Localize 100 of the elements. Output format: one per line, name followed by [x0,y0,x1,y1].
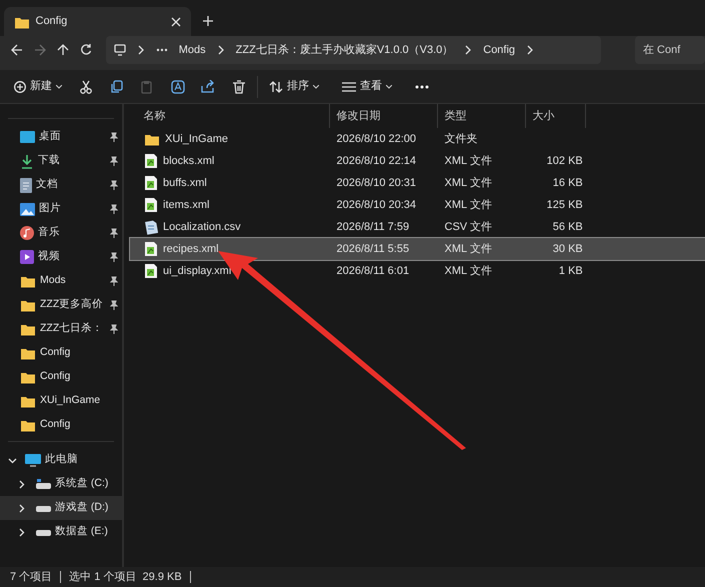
sidebar-item[interactable]: Config [0,341,122,365]
back-icon[interactable] [11,44,23,56]
new-button[interactable]: 新建 [8,74,68,99]
xml-file-icon [144,263,158,279]
folder-icon [20,322,36,336]
sort-button[interactable]: 排序 [263,74,325,99]
sidebar-item[interactable]: Config [0,365,122,389]
more-icon[interactable] [415,84,429,88]
chevron-icon[interactable] [526,45,534,55]
column-header[interactable]: 名称 [130,104,330,128]
file-size: 16 KB [552,176,583,189]
csv-file-icon [144,219,158,235]
file-size: 30 KB [552,242,583,255]
sidebar-item[interactable]: 图片 [0,197,122,221]
modified-date: 2026/8/11 6:01 [336,264,410,277]
xml-file-icon [144,241,158,257]
copy-icon[interactable] [110,80,124,94]
file-row[interactable]: buffs.xml 2026/8/10 20:31 XML 文件 16 KB [130,172,705,194]
xml-file-icon [144,197,158,213]
chevron-icon[interactable] [464,45,472,55]
view-button[interactable]: 查看 [336,74,398,99]
refresh-icon[interactable] [80,44,92,56]
file-type: XML 文件 [444,176,492,189]
file-name: buffs.xml [163,176,207,191]
delete-icon[interactable] [232,80,246,94]
folder-icon [20,394,36,408]
column-header[interactable]: 类型 [438,104,526,128]
sidebar-item[interactable]: 系统盘 (C:) [0,472,122,496]
sidebar-item[interactable]: 桌面 [0,125,122,149]
download-icon [20,154,34,168]
chevron-icon[interactable] [216,45,225,55]
chevron-icon[interactable] [136,45,145,55]
column-header[interactable]: 大小 [526,104,586,128]
file-row[interactable]: ui_display.xml 2026/8/11 6:01 XML 文件 1 KB [130,260,705,282]
breadcrumb-item[interactable]: Mods [178,42,206,58]
pin-icon [110,324,118,334]
pin-icon [110,300,118,310]
file-type: 文件夹 [444,132,478,145]
sidebar-item[interactable]: Config [0,413,122,437]
breadcrumb-item[interactable]: ZZZ七日杀：废土手办收藏家V1.0.0（V3.0） [236,42,454,58]
modified-date: 2026/8/10 20:34 [336,198,416,211]
file-row[interactable]: blocks.xml 2026/8/10 22:14 XML 文件 102 KB [130,150,705,172]
chevron-right-icon[interactable] [18,528,26,536]
file-row[interactable]: recipes.xml 2026/8/11 5:55 XML 文件 30 KB [130,238,705,260]
sidebar-item[interactable]: 数据盘 (E:) [0,520,122,544]
sidebar-item[interactable]: 音乐 [0,221,122,245]
new-tab-icon[interactable] [203,16,213,26]
sidebar-item[interactable]: 此电脑 [0,448,122,472]
computer-icon[interactable] [114,44,126,56]
file-size: 56 KB [552,220,583,233]
breadcrumb-item[interactable]: Config [483,42,516,58]
cut-icon[interactable] [79,80,93,94]
file-size: 125 KB [546,198,583,211]
file-row[interactable]: items.xml 2026/8/10 20:34 XML 文件 125 KB [130,194,705,216]
sidebar-item[interactable]: Mods [0,269,122,293]
more-icon[interactable] [156,48,168,52]
item-count: 7 个项目 [10,570,52,585]
file-type: XML 文件 [444,264,492,277]
sidebar-item[interactable]: 文档 [0,173,122,197]
picture-icon [20,202,35,216]
list-view-icon [342,82,356,92]
desktop-icon [20,131,35,143]
xml-file-icon [144,153,158,169]
file-name: recipes.xml [163,242,219,257]
sidebar-item[interactable]: ZZZ更多高价 [0,293,122,317]
file-name: blocks.xml [163,154,214,169]
sidebar-item[interactable]: ZZZ七日杀： [0,317,122,341]
modified-date: 2026/8/10 22:14 [336,154,416,167]
modified-date: 2026/8/11 7:59 [336,220,410,233]
up-icon[interactable] [57,44,69,56]
search-field[interactable]: 在 Conf [635,36,705,64]
rename-icon[interactable] [170,80,184,94]
file-row[interactable]: Localization.csv 2026/8/11 7:59 CSV 文件 56 KB [130,216,705,238]
window-tab[interactable]: Config [4,7,191,36]
file-name: XUi_InGame [165,132,228,147]
folder-icon [20,274,36,288]
close-icon[interactable] [171,16,181,26]
sidebar-item[interactable]: 游戏盘 (D:) [0,496,122,520]
xml-file-icon [144,175,158,191]
folder-icon [20,298,36,312]
share-icon[interactable] [201,80,215,94]
sidebar-item[interactable]: 下载 [0,149,122,173]
folder-icon [20,370,36,384]
file-type: XML 文件 [444,242,492,255]
chevron-right-icon[interactable] [18,480,26,488]
file-type: CSV 文件 [444,220,492,233]
folder-icon [144,132,160,146]
file-row[interactable]: XUi_InGame 2026/8/10 22:00 文件夹 [130,128,705,150]
sidebar-item[interactable]: XUi_InGame [0,389,122,413]
pin-icon [110,204,118,214]
pin-icon [110,156,118,166]
pin-icon [110,132,118,142]
chevron-right-icon[interactable] [18,504,26,512]
chevron-down-icon[interactable] [8,456,17,464]
sort-icon [269,80,283,92]
column-header[interactable]: 修改日期 [330,104,438,128]
caret-icon [56,84,62,88]
sidebar-item[interactable]: 视频 [0,245,122,269]
file-size: 1 KB [558,264,583,277]
video-icon [20,250,34,264]
